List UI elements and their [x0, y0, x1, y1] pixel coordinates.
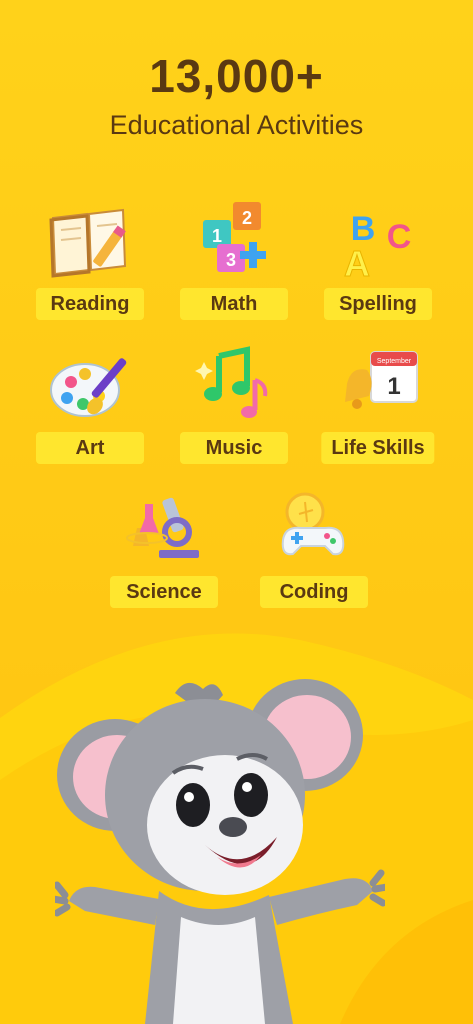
activity-count: 13,000+ — [149, 50, 324, 102]
category-math[interactable]: 2 1 3 Math — [174, 200, 294, 330]
game-controller-icon — [281, 492, 345, 556]
math-digit: 3 — [226, 250, 236, 270]
category-label: Art — [36, 432, 144, 464]
spelling-letter: A — [344, 243, 370, 280]
calendar-day: 1 — [387, 373, 400, 400]
activity-subtitle: Educational Activities — [109, 110, 364, 140]
math-digit: 2 — [242, 208, 252, 228]
category-coding[interactable]: Coding — [254, 488, 374, 618]
category-life-skills[interactable]: September 1 Life Skills — [318, 344, 438, 474]
category-label: Reading — [36, 288, 144, 320]
paint-palette-icon — [50, 358, 127, 417]
category-label: Life Skills — [321, 432, 435, 464]
calendar-bell-icon: September 1 — [345, 351, 418, 409]
abc-letters-icon: B C A — [344, 210, 412, 280]
category-label: Spelling — [324, 288, 432, 320]
mouse-mascot — [55, 679, 385, 1024]
book-pencil-icon — [49, 208, 127, 278]
category-science[interactable]: Science — [104, 488, 224, 618]
category-reading[interactable]: Reading — [30, 200, 150, 330]
number-blocks-icon: 2 1 3 — [203, 202, 266, 272]
music-notes-icon — [195, 346, 268, 418]
spelling-letter: C — [387, 218, 412, 256]
microscope-icon — [126, 497, 199, 558]
category-label: Music — [180, 432, 288, 464]
headline: 13,000+ Educational Activities — [0, 50, 473, 142]
calendar-month: September — [377, 358, 412, 365]
category-music[interactable]: Music — [174, 344, 294, 474]
category-art[interactable]: Art — [30, 344, 150, 474]
category-label: Math — [180, 288, 288, 320]
category-spelling[interactable]: B C A Spelling — [318, 200, 438, 330]
math-digit: 1 — [212, 226, 222, 246]
